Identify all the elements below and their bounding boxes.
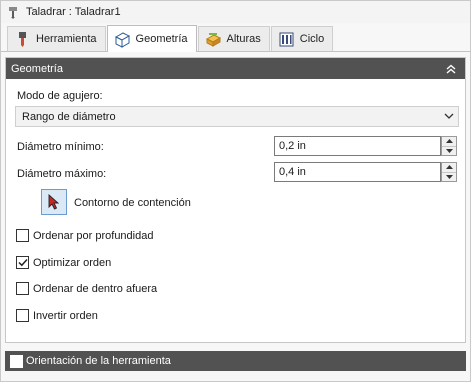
checkmark-icon — [17, 258, 28, 267]
heights-icon — [205, 31, 222, 48]
increment-button[interactable] — [442, 163, 456, 172]
inside-out-checkbox[interactable]: Ordenar de dentro afuera — [16, 282, 157, 295]
tab-alturas[interactable]: Alturas — [197, 26, 270, 51]
checkbox-box[interactable] — [16, 282, 29, 295]
tab-ciclo[interactable]: Ciclo — [270, 26, 334, 51]
min-diameter-spinner[interactable] — [441, 136, 457, 156]
max-diameter-input[interactable]: 0,4 in — [274, 162, 441, 182]
cycle-icon — [278, 31, 295, 48]
tab-label: Herramienta — [36, 33, 97, 45]
increment-button[interactable] — [442, 137, 456, 146]
decrement-button[interactable] — [442, 171, 456, 182]
operation-dialog: Taladrar : Taladrar1 Herramienta Geometr… — [0, 0, 471, 382]
panel-title: Geometría — [11, 62, 63, 75]
sort-by-depth-checkbox[interactable]: Ordenar por profundidad — [16, 229, 153, 242]
checkbox-label: Invertir orden — [33, 309, 98, 322]
min-diameter-input[interactable]: 0,2 in — [274, 136, 441, 156]
collapse-button[interactable] — [443, 61, 459, 77]
checkbox-label: Ordenar de dentro afuera — [33, 282, 158, 295]
hole-mode-label: Modo de agujero: — [17, 90, 103, 102]
containment-label: Contorno de contención — [74, 197, 191, 209]
checkbox-box[interactable] — [16, 256, 29, 269]
checkbox-box[interactable] — [16, 309, 29, 322]
tab-label: Ciclo — [299, 33, 325, 45]
down-arrow-icon — [445, 148, 453, 153]
geometry-panel-header: Geometría — [6, 58, 465, 79]
down-arrow-icon — [445, 174, 453, 179]
tab-herramienta[interactable]: Herramienta — [7, 26, 106, 51]
tool-orientation-label: Orientación de la herramienta — [26, 355, 171, 367]
title-bar: Taladrar : Taladrar1 — [1, 1, 470, 23]
max-diameter-spinner[interactable] — [441, 162, 457, 182]
optimize-order-checkbox[interactable]: Optimizar orden — [16, 256, 111, 269]
reverse-order-checkbox[interactable]: Invertir orden — [16, 309, 98, 322]
tab-geometria[interactable]: Geometría — [106, 25, 197, 52]
geometry-cube-icon — [114, 31, 131, 48]
containment-pick-button[interactable] — [41, 189, 67, 215]
min-diameter-value: 0,2 in — [279, 140, 306, 152]
tab-label: Geometría — [135, 33, 188, 45]
tool-orientation-checkbox[interactable] — [10, 354, 23, 368]
min-diameter-label: Diámetro mínimo: — [17, 141, 104, 153]
drill-icon — [7, 5, 21, 19]
geometry-panel: Geometría Modo de agujero: Rango de diám… — [5, 57, 466, 343]
decrement-button[interactable] — [442, 145, 456, 156]
double-chevron-up-icon — [446, 64, 456, 74]
max-diameter-label: Diámetro máximo: — [17, 168, 107, 180]
tab-bar: Herramienta Geometría Alturas Ciclo — [1, 25, 470, 52]
checkbox-label: Ordenar por profundidad — [33, 229, 154, 242]
tool-icon — [14, 31, 31, 48]
chevron-down-icon — [440, 107, 458, 126]
tab-label: Alturas — [226, 33, 261, 45]
cursor-arrow-icon — [48, 194, 60, 210]
hole-mode-dropdown[interactable]: Rango de diámetro — [15, 106, 459, 127]
up-arrow-icon — [445, 139, 453, 144]
checkbox-label: Optimizar orden — [33, 256, 112, 269]
tool-orientation-section[interactable]: Orientación de la herramienta — [5, 351, 466, 371]
checkbox-box[interactable] — [16, 229, 29, 242]
window-title: Taladrar : Taladrar1 — [26, 6, 121, 18]
hole-mode-value: Rango de diámetro — [22, 110, 116, 123]
max-diameter-value: 0,4 in — [279, 166, 306, 178]
up-arrow-icon — [445, 165, 453, 170]
